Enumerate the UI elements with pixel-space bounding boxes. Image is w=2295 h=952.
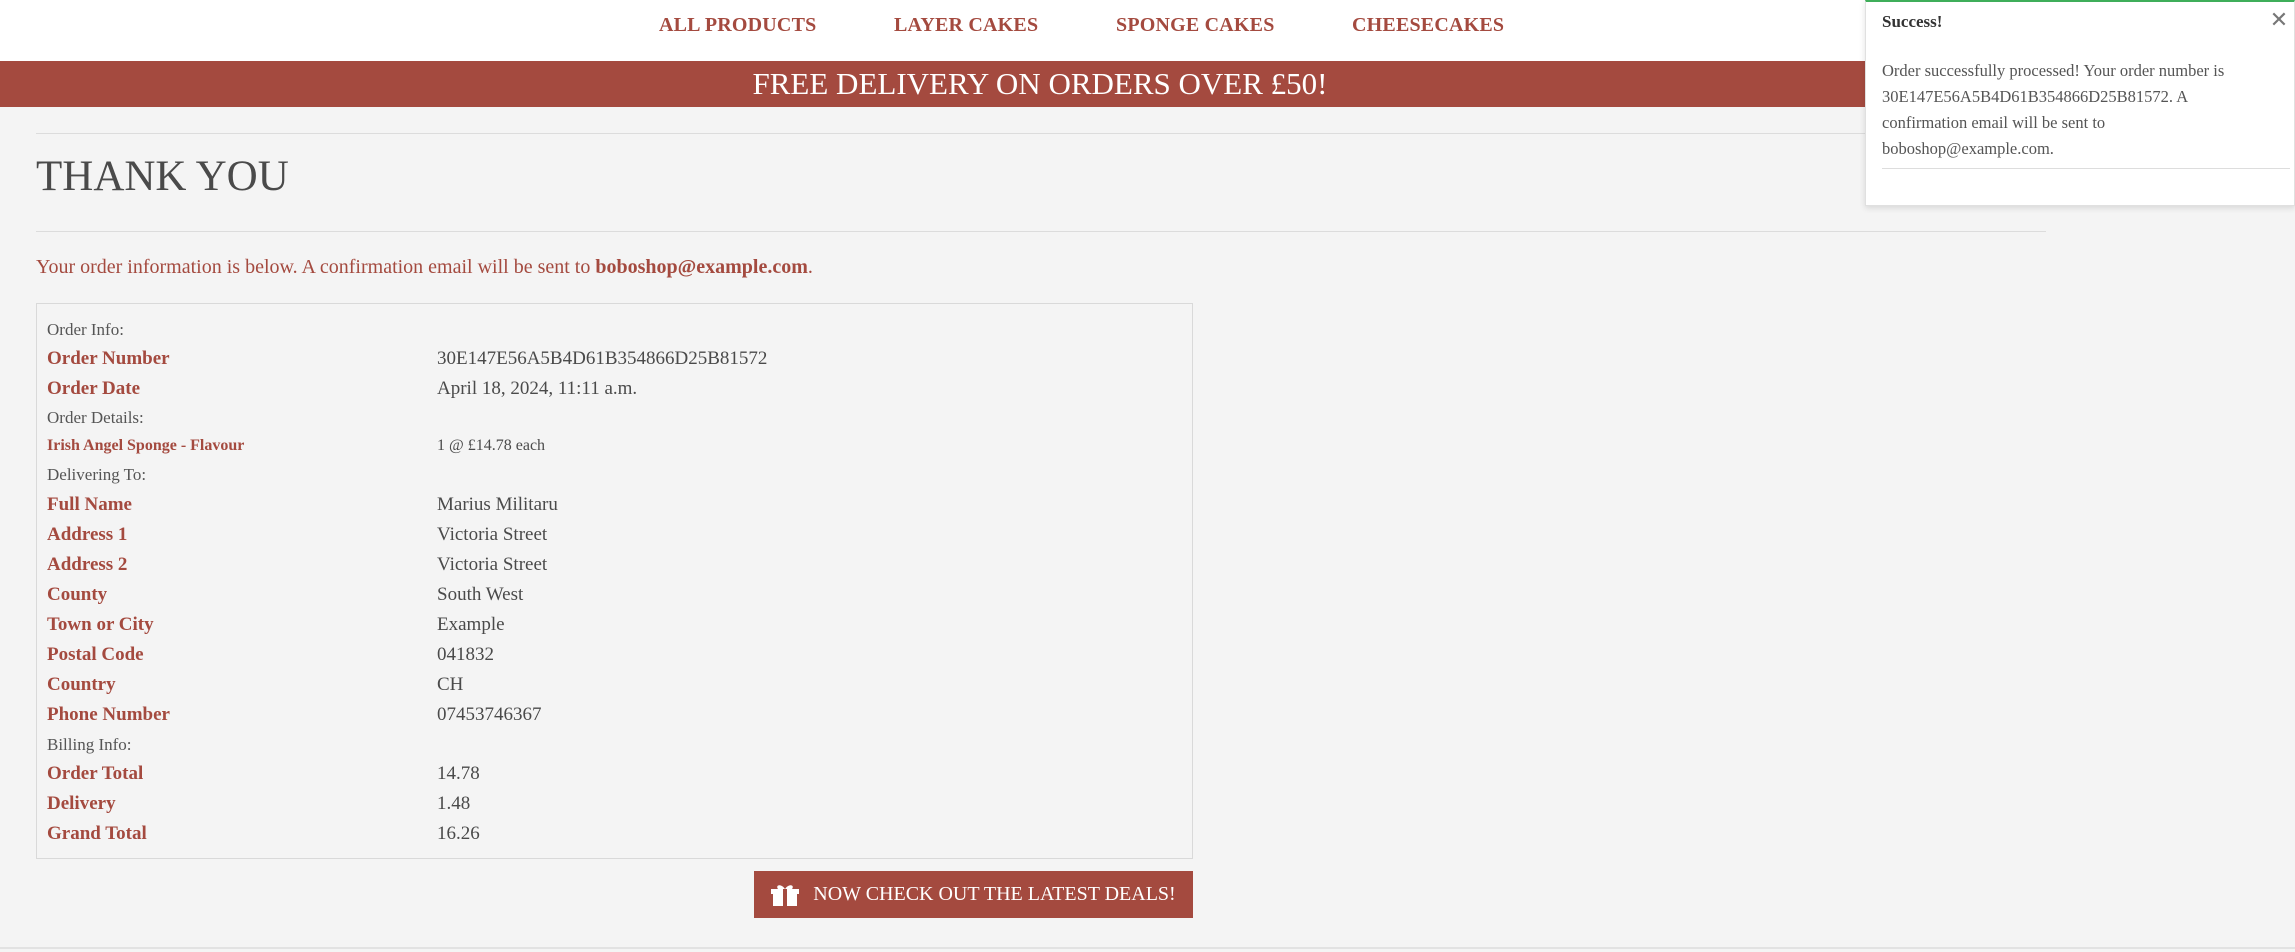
field-label: Country (47, 674, 116, 695)
nav-sponge-cakes[interactable]: SPONGE CAKES (1116, 14, 1275, 37)
section-label: Order Details: (47, 408, 144, 427)
order-number-label: Order Number (47, 348, 170, 369)
field-label: Address 2 (47, 554, 128, 575)
field-label: Order Total (47, 763, 144, 784)
section-order-info: Order Info: (47, 320, 1177, 340)
divider (36, 231, 2046, 232)
field-value: 1.48 (437, 793, 471, 814)
field-value: South West (437, 584, 524, 605)
item-name: Irish Angel Sponge - Flavour (47, 437, 245, 454)
field-value: Marius Militaru (437, 494, 558, 515)
field-value: 041832 (437, 644, 494, 665)
field-value: CH (437, 674, 464, 695)
intro-suffix: . (807, 256, 813, 278)
field-label: Grand Total (47, 823, 147, 844)
footer-divider (0, 947, 2295, 949)
field-label: Address 1 (47, 524, 128, 545)
gift-icon (771, 884, 800, 906)
section-label: Delivering To: (47, 465, 147, 484)
field-value: Victoria Street (437, 524, 548, 545)
section-billing-info: Billing Info: (47, 735, 1177, 755)
order-summary: Order Info: Order Number 30E147E56A5B4D6… (36, 303, 1193, 859)
field-label: County (47, 584, 108, 605)
field-label: Postal Code (47, 644, 144, 665)
intro-text: Your order information is below. A confi… (36, 256, 813, 279)
order-date-value: April 18, 2024, 11:11 a.m. (437, 378, 638, 399)
field-label: Delivery (47, 793, 116, 814)
order-date-label: Order Date (47, 378, 141, 399)
nav-cheesecakes[interactable]: CHEESECAKES (1352, 14, 1504, 37)
close-icon[interactable]: ✕ (2266, 8, 2292, 34)
deals-button-label: NOW CHECK OUT THE LATEST DEALS! (813, 883, 1176, 905)
field-value: 07453746367 (437, 704, 542, 725)
field-label: Full Name (47, 494, 132, 515)
page-title: THANK YOU (36, 153, 289, 200)
nav-all-products[interactable]: ALL PRODUCTS (659, 14, 816, 37)
success-toast: Success! ✕ Order successfully processed!… (1865, 0, 2295, 206)
section-label: Order Info: (47, 320, 124, 339)
section-delivering-to: Delivering To: (47, 465, 1177, 485)
field-value: 14.78 (437, 763, 480, 784)
section-order-details: Order Details: (47, 408, 1177, 428)
latest-deals-button[interactable]: NOW CHECK OUT THE LATEST DEALS! (754, 871, 1193, 918)
section-label: Billing Info: (47, 735, 132, 754)
toast-divider (1882, 168, 2290, 169)
order-number-value: 30E147E56A5B4D61B354866D25B81572 (437, 348, 768, 369)
field-label: Phone Number (47, 704, 170, 725)
field-label: Town or City (47, 614, 154, 635)
divider (36, 133, 2046, 134)
field-value: Victoria Street (437, 554, 548, 575)
field-value: Example (437, 614, 505, 635)
nav-layer-cakes[interactable]: LAYER CAKES (894, 14, 1038, 37)
field-value: 16.26 (437, 823, 480, 844)
toast-title: Success! (1882, 12, 1943, 31)
toast-message: Order successfully processed! Your order… (1882, 61, 2225, 158)
intro-email: boboshop@example.com (595, 256, 808, 278)
item-quantity-price: 1 @ £14.78 each (437, 437, 546, 454)
intro-prefix: Your order information is below. A confi… (36, 256, 596, 278)
